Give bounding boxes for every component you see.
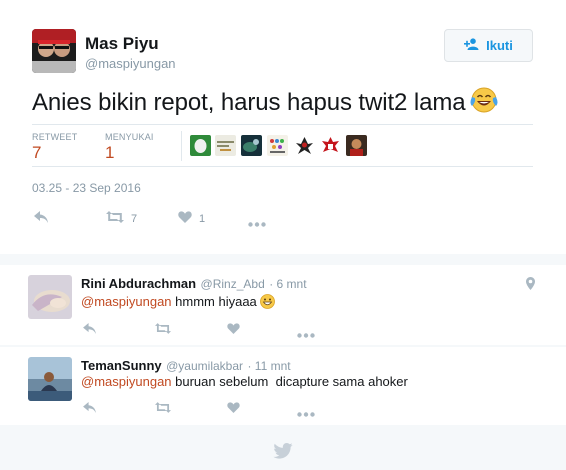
reply-header: Rini Abdurachman @Rinz_Abd · 6 mnt xyxy=(81,275,307,293)
liker-avatar[interactable] xyxy=(346,135,367,156)
retweet-action[interactable] xyxy=(155,400,171,418)
like-action[interactable] xyxy=(227,400,240,418)
liker-avatar[interactable] xyxy=(190,135,211,156)
likes-stat-count[interactable]: 1 xyxy=(105,143,114,163)
retweet-action[interactable]: 7 xyxy=(106,210,137,228)
reply-icon xyxy=(34,210,48,228)
reply-author-name[interactable]: TemanSunny xyxy=(81,358,162,373)
twitter-bird-icon[interactable] xyxy=(273,443,293,464)
liker-avatar[interactable] xyxy=(320,135,341,156)
retweet-icon xyxy=(155,400,171,418)
reply-action[interactable] xyxy=(83,321,96,339)
stats-vertical-divider xyxy=(181,131,182,161)
main-tweet: Mas Piyu @maspiyungan Ikuti Anies bikin … xyxy=(0,0,566,254)
reply-avatar[interactable] xyxy=(28,275,72,319)
tweet-text: Anies bikin repot, harus hapus twit2 lam… xyxy=(32,86,499,121)
follow-button[interactable]: Ikuti xyxy=(444,29,533,62)
reply-author-name[interactable]: Rini Abdurachman xyxy=(81,276,196,291)
heart-icon xyxy=(178,210,192,228)
liker-avatar[interactable] xyxy=(241,135,262,156)
location-pin-icon[interactable] xyxy=(526,277,535,295)
reply-text: @maspiyungan buruan sebelum dicapture sa… xyxy=(81,374,408,389)
likes-stat-label[interactable]: MENYUKAI xyxy=(105,132,154,142)
heart-icon xyxy=(227,400,240,418)
like-action[interactable] xyxy=(227,321,240,339)
reply-icon xyxy=(83,400,96,418)
reply-time[interactable]: · 11 mnt xyxy=(247,359,290,373)
reply-action[interactable] xyxy=(83,400,96,418)
grinning-emoji xyxy=(260,294,276,312)
heart-icon xyxy=(227,321,240,339)
reply-tweet[interactable]: Rini Abdurachman @Rinz_Abd · 6 mnt @masp… xyxy=(0,265,566,345)
reply-body: hmmm hiyaaa xyxy=(171,294,257,309)
tears-of-joy-emoji xyxy=(469,86,499,121)
follow-label: Ikuti xyxy=(486,38,513,53)
reply-action[interactable] xyxy=(34,210,48,228)
retweet-action-count: 7 xyxy=(131,213,138,225)
retweet-stat-count[interactable]: 7 xyxy=(32,143,41,163)
add-user-icon xyxy=(464,38,480,53)
retweet-action[interactable] xyxy=(155,321,171,339)
reply-tweet[interactable]: TemanSunny @yaumilakbar · 11 mnt @maspiy… xyxy=(0,347,566,425)
author-avatar[interactable] xyxy=(32,29,76,73)
more-dots-icon xyxy=(248,214,266,232)
like-action-count: 1 xyxy=(199,213,206,225)
reply-mention[interactable]: @maspiyungan xyxy=(81,294,172,309)
tweet-body: Anies bikin repot, harus hapus twit2 lam… xyxy=(32,89,466,116)
liker-avatar[interactable] xyxy=(294,135,315,156)
stats-top-divider xyxy=(32,124,533,125)
author-name[interactable]: Mas Piyu xyxy=(85,34,159,54)
more-action[interactable] xyxy=(248,214,266,232)
reply-icon xyxy=(83,321,96,339)
reply-avatar[interactable] xyxy=(28,357,72,401)
more-dots-icon xyxy=(297,325,315,343)
retweet-stat-label[interactable]: RETWEET xyxy=(32,132,77,142)
retweet-icon xyxy=(106,210,124,228)
liker-avatar[interactable] xyxy=(215,135,236,156)
reply-header: TemanSunny @yaumilakbar · 11 mnt xyxy=(81,357,291,375)
reply-text: @maspiyungan hmmm hiyaaa xyxy=(81,294,276,312)
reply-mention[interactable]: @maspiyungan xyxy=(81,374,172,389)
reply-body: buruan sebelum dicapture sama ahoker xyxy=(171,374,408,389)
author-handle[interactable]: @maspiyungan xyxy=(85,56,176,71)
reply-author-handle[interactable]: @Rinz_Abd xyxy=(201,277,265,291)
reply-author-handle[interactable]: @yaumilakbar xyxy=(166,359,243,373)
more-action[interactable] xyxy=(297,404,315,422)
stats-bottom-divider xyxy=(32,166,533,167)
reply-time[interactable]: · 6 mnt xyxy=(269,277,306,291)
like-action[interactable]: 1 xyxy=(178,210,205,228)
tweet-timestamp[interactable]: 03.25 - 23 Sep 2016 xyxy=(32,181,141,195)
retweet-icon xyxy=(155,321,171,339)
liker-avatar[interactable] xyxy=(267,135,288,156)
more-action[interactable] xyxy=(297,325,315,343)
more-dots-icon xyxy=(297,404,315,422)
